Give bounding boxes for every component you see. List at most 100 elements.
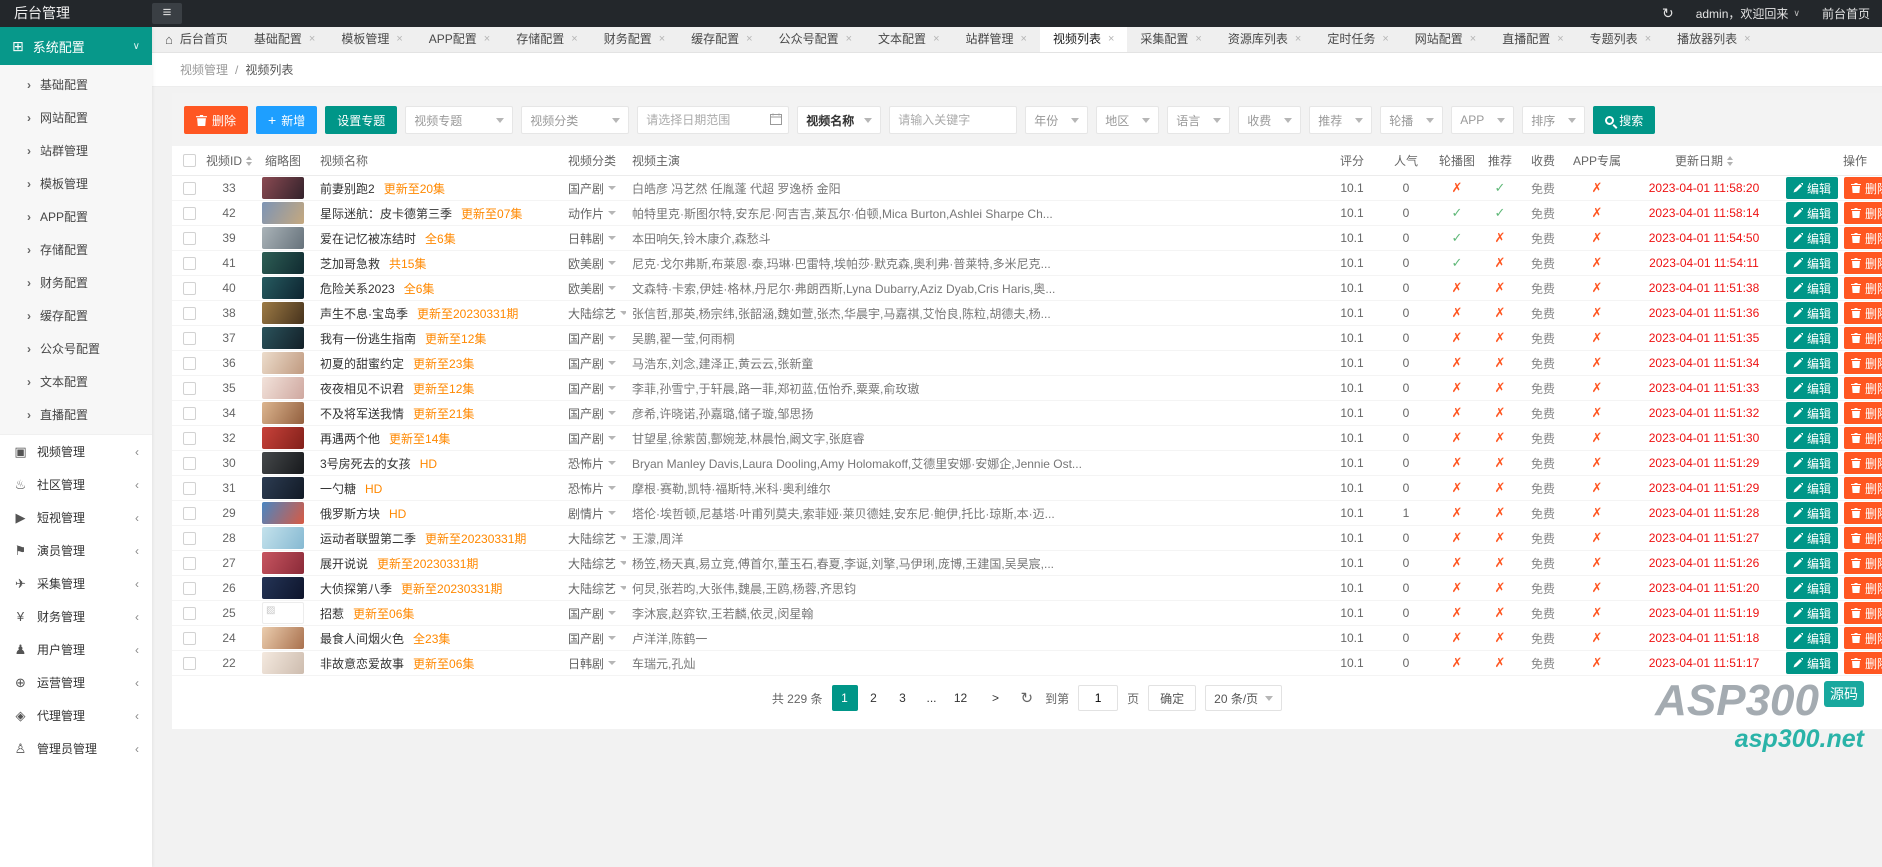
video-name-cell[interactable]: 大侦探第八季 更新至20230331期: [314, 580, 562, 597]
delete-row-button[interactable]: 删除: [1844, 577, 1882, 599]
row-checkbox[interactable]: [182, 306, 196, 320]
edit-button[interactable]: 编辑: [1786, 627, 1839, 649]
tab[interactable]: 定时任务 ×: [1314, 27, 1401, 52]
delete-row-button[interactable]: 删除: [1844, 377, 1882, 399]
sidebar-subitem[interactable]: › 网站配置: [0, 101, 152, 134]
sidebar-subitem[interactable]: › APP配置: [0, 200, 152, 233]
category-select[interactable]: 国产剧: [562, 355, 626, 372]
close-icon[interactable]: ×: [1744, 27, 1750, 52]
recommend-flag[interactable]: ✗: [1495, 355, 1506, 371]
column-header[interactable]: 视频名称: [314, 152, 562, 169]
row-checkbox[interactable]: [182, 431, 196, 445]
close-icon[interactable]: ×: [571, 27, 577, 52]
row-checkbox[interactable]: [182, 231, 196, 245]
close-icon[interactable]: ×: [1295, 27, 1301, 52]
recommend-flag[interactable]: ✗: [1495, 380, 1506, 396]
recommend-flag[interactable]: ✗: [1495, 305, 1506, 321]
video-name-cell[interactable]: 危险关系2023 全6集: [314, 280, 562, 297]
category-select[interactable]: 剧情片: [562, 505, 626, 522]
confirm-button[interactable]: 确定: [1148, 685, 1197, 711]
recommend-flag[interactable]: ✗: [1495, 530, 1506, 546]
recommend-flag[interactable]: ✗: [1495, 280, 1506, 296]
row-checkbox[interactable]: [182, 281, 196, 295]
close-icon[interactable]: ×: [1195, 27, 1201, 52]
delete-row-button[interactable]: 删除: [1844, 502, 1882, 524]
carousel-flag[interactable]: ✓: [1452, 255, 1463, 271]
video-name-cell[interactable]: 非故意恋爱故事 更新至06集: [314, 655, 562, 672]
edit-button[interactable]: 编辑: [1786, 502, 1839, 524]
page-jump-input[interactable]: [1078, 685, 1119, 711]
carousel-flag[interactable]: ✗: [1452, 505, 1463, 521]
column-header[interactable]: 推荐: [1480, 152, 1520, 169]
app-exclusive-flag[interactable]: ✗: [1592, 180, 1603, 196]
fee-label[interactable]: 免费: [1520, 505, 1566, 522]
fee-label[interactable]: 免费: [1520, 655, 1566, 672]
row-checkbox[interactable]: [182, 181, 196, 195]
edit-button[interactable]: 编辑: [1786, 577, 1839, 599]
fee-label[interactable]: 免费: [1520, 580, 1566, 597]
column-header[interactable]: 缩略图: [252, 152, 314, 169]
recommend-flag[interactable]: ✗: [1495, 230, 1506, 246]
sidebar-subitem[interactable]: › 文本配置: [0, 365, 152, 398]
delete-row-button[interactable]: 删除: [1844, 327, 1882, 349]
tab[interactable]: 缓存配置 ×: [678, 27, 765, 52]
recommend-flag[interactable]: ✗: [1495, 480, 1506, 496]
recommend-flag[interactable]: ✗: [1495, 405, 1506, 421]
row-checkbox[interactable]: [182, 356, 196, 370]
fee-label[interactable]: 免费: [1520, 555, 1566, 572]
fee-label[interactable]: 免费: [1520, 405, 1566, 422]
tab[interactable]: ⌂ 后台首页: [152, 27, 241, 52]
video-name-cell[interactable]: 展开说说 更新至20230331期: [314, 555, 562, 572]
edit-button[interactable]: 编辑: [1786, 402, 1839, 424]
edit-button[interactable]: 编辑: [1786, 602, 1839, 624]
date-range-input[interactable]: [637, 106, 790, 134]
recommend-flag[interactable]: ✗: [1495, 630, 1506, 646]
sidebar-item[interactable]: ⚑ 演员管理 ‹: [0, 534, 152, 567]
tab[interactable]: 文本配置 ×: [865, 27, 952, 52]
fee-label[interactable]: 免费: [1520, 430, 1566, 447]
category-select[interactable]: 国产剧: [562, 605, 626, 622]
app-exclusive-flag[interactable]: ✗: [1592, 405, 1603, 421]
delete-row-button[interactable]: 删除: [1844, 527, 1882, 549]
fee-label[interactable]: 免费: [1520, 180, 1566, 197]
page-size-select[interactable]: 20 条/页: [1205, 685, 1283, 711]
category-select[interactable]: 日韩剧: [562, 655, 626, 672]
edit-button[interactable]: 编辑: [1786, 302, 1839, 324]
app-exclusive-flag[interactable]: ✗: [1592, 580, 1603, 596]
carousel-flag[interactable]: ✗: [1452, 280, 1463, 296]
video-name-cell[interactable]: 再遇两个他 更新至14集: [314, 430, 562, 447]
row-checkbox[interactable]: [182, 381, 196, 395]
app-exclusive-flag[interactable]: ✗: [1592, 630, 1603, 646]
sidebar-subitem[interactable]: › 存储配置: [0, 233, 152, 266]
page-button[interactable]: ...: [919, 685, 945, 711]
fee-label[interactable]: 免费: [1520, 305, 1566, 322]
column-header[interactable]: 评分: [1326, 152, 1378, 169]
search-button[interactable]: 搜索: [1593, 106, 1656, 134]
video-name-cell[interactable]: 声生不息·宝岛季 更新至20230331期: [314, 305, 562, 322]
delete-row-button[interactable]: 删除: [1844, 477, 1882, 499]
category-select[interactable]: 国产剧: [562, 630, 626, 647]
close-icon[interactable]: ×: [309, 27, 315, 52]
delete-row-button[interactable]: 删除: [1844, 652, 1882, 674]
carousel-flag[interactable]: ✗: [1452, 380, 1463, 396]
sidebar-subitem[interactable]: › 直播配置: [0, 398, 152, 431]
sidebar-subitem[interactable]: › 缓存配置: [0, 299, 152, 332]
carousel-flag[interactable]: ✗: [1452, 605, 1463, 621]
category-select[interactable]: 恐怖片: [562, 480, 626, 497]
fee-label[interactable]: 免费: [1520, 455, 1566, 472]
edit-button[interactable]: 编辑: [1786, 327, 1839, 349]
category-select[interactable]: 国产剧: [562, 180, 626, 197]
filter-select[interactable]: 语言: [1167, 106, 1231, 134]
category-select[interactable]: 国产剧: [562, 430, 626, 447]
tab[interactable]: 模板管理 ×: [328, 27, 415, 52]
page-button[interactable]: 1: [831, 685, 858, 711]
filter-select[interactable]: 排序: [1522, 106, 1586, 134]
row-checkbox[interactable]: [182, 581, 196, 595]
app-exclusive-flag[interactable]: ✗: [1592, 355, 1603, 371]
video-name-cell[interactable]: 初夏的甜蜜约定 更新至23集: [314, 355, 562, 372]
sidebar-section-system-config[interactable]: ⊞ 系统配置 ∨: [0, 27, 152, 65]
fee-label[interactable]: 免费: [1520, 355, 1566, 372]
column-header[interactable]: 更新日期: [1628, 152, 1780, 169]
close-icon[interactable]: ×: [396, 27, 402, 52]
row-checkbox[interactable]: [182, 331, 196, 345]
